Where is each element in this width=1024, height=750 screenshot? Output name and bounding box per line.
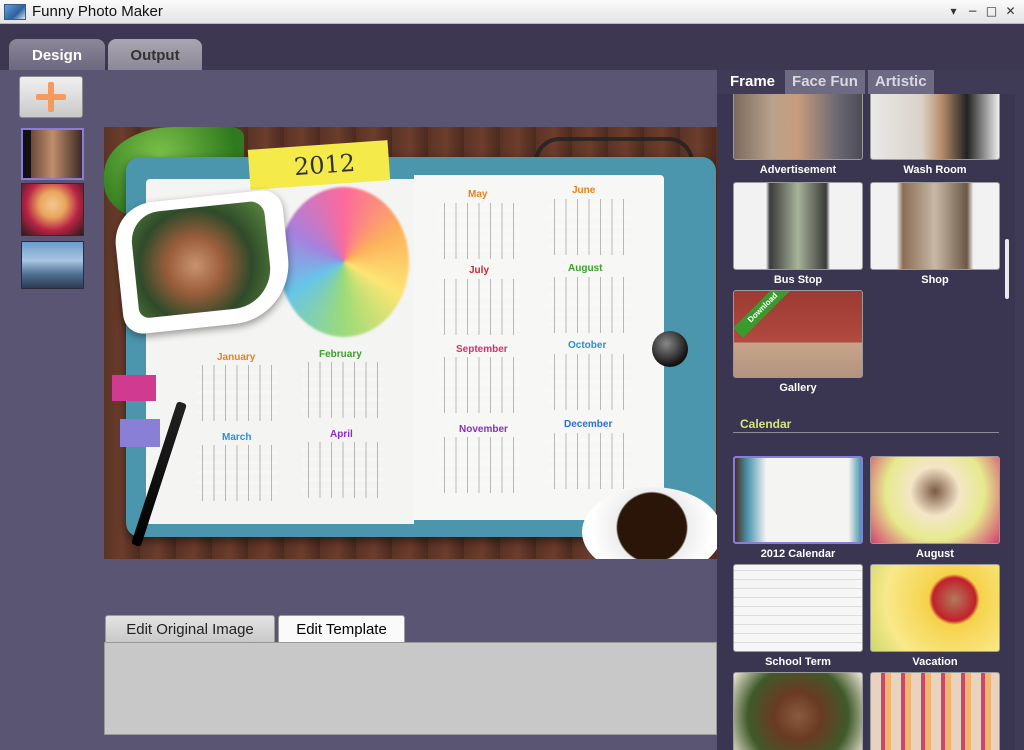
- template-wash-room[interactable]: Wash Room: [870, 94, 1000, 176]
- template-label: Wash Room: [903, 164, 967, 176]
- month-september: September: [456, 344, 508, 355]
- template-thumbnail: [733, 94, 863, 160]
- template-thumbnail: [870, 564, 1000, 652]
- photo-strip: [0, 70, 103, 750]
- template-bus-stop[interactable]: Bus Stop: [733, 182, 863, 286]
- month-april: April: [330, 429, 353, 440]
- thumbnail-blonde-woman[interactable]: [21, 183, 84, 236]
- template-flowers[interactable]: [733, 672, 863, 750]
- edit-panel: [104, 642, 717, 735]
- month-january: January: [217, 352, 256, 363]
- month-grid: [548, 277, 630, 333]
- month-october: October: [568, 340, 607, 351]
- month-february: February: [319, 349, 362, 360]
- template-gallery[interactable]: Download Gallery: [733, 290, 863, 394]
- add-photo-button[interactable]: [19, 76, 83, 118]
- month-grid: [302, 442, 384, 498]
- tab-frame[interactable]: Frame: [723, 70, 783, 94]
- download-badge: Download: [734, 291, 793, 338]
- template-thumbnail: [733, 182, 863, 270]
- template-canvas[interactable]: 2012 January February March April May Ju…: [104, 127, 717, 559]
- calendar-year: 2012: [293, 148, 356, 182]
- template-thumbnail: [870, 672, 1000, 750]
- template-advertisement[interactable]: Advertisement: [733, 94, 863, 176]
- month-july: July: [469, 265, 490, 276]
- template-label: Advertisement: [759, 164, 837, 176]
- title-bar: Funny Photo Maker ▾ − □ ✕: [0, 0, 1024, 24]
- month-march: March: [222, 432, 252, 443]
- month-november: November: [459, 424, 508, 435]
- month-grid: [302, 362, 384, 418]
- framed-photo[interactable]: [128, 200, 275, 319]
- tab-design[interactable]: Design: [9, 39, 105, 70]
- month-grid: [196, 365, 278, 421]
- month-grid: [438, 203, 520, 259]
- month-december: December: [564, 419, 613, 430]
- tab-edit-template[interactable]: Edit Template: [278, 615, 405, 642]
- month-grid: [196, 445, 278, 501]
- window-controls: ▾ − □ ✕: [946, 3, 1018, 19]
- template-thumbnail: [733, 456, 863, 544]
- window-title: Funny Photo Maker: [32, 3, 163, 20]
- template-label: School Term: [765, 656, 831, 668]
- month-grid: [438, 357, 520, 413]
- close-icon[interactable]: ✕: [1003, 3, 1018, 19]
- tab-artistic[interactable]: Artistic: [867, 70, 934, 94]
- template-striped[interactable]: [870, 672, 1000, 750]
- category-tabs: Frame Face Fun Artistic: [723, 70, 937, 94]
- template-thumbnail: [870, 456, 1000, 544]
- section-title-calendar: Calendar: [740, 417, 792, 431]
- tab-edit-original-image[interactable]: Edit Original Image: [105, 615, 275, 642]
- minimize-icon[interactable]: −: [965, 3, 980, 19]
- month-grid: [548, 354, 630, 410]
- tab-face-fun[interactable]: Face Fun: [785, 70, 865, 94]
- template-label: Vacation: [912, 656, 958, 668]
- template-vacation[interactable]: Vacation: [870, 564, 1000, 668]
- app-icon: [4, 3, 26, 20]
- main-tab-bar: Design Output: [0, 24, 1024, 70]
- month-grid: [438, 279, 520, 335]
- section-divider: [733, 432, 999, 433]
- pink-tab: [112, 375, 156, 401]
- maximize-icon[interactable]: □: [984, 3, 999, 19]
- month-june: June: [572, 185, 596, 196]
- plus-icon: [34, 80, 68, 114]
- template-label: August: [916, 548, 954, 560]
- template-gallery: Advertisement Wash Room Bus Stop Shop Do…: [717, 94, 1015, 750]
- gallery-scrollbar[interactable]: [1005, 239, 1009, 299]
- template-shop[interactable]: Shop: [870, 182, 1000, 286]
- binder-button: [652, 331, 688, 367]
- template-thumbnail: Download: [733, 290, 863, 378]
- tab-output[interactable]: Output: [108, 39, 202, 70]
- template-2012-calendar[interactable]: 2012 Calendar: [733, 456, 863, 560]
- month-grid: [548, 433, 630, 489]
- month-grid: [438, 437, 520, 493]
- design-area: 2012 January February March April May Ju…: [103, 70, 717, 750]
- template-thumbnail: [733, 672, 863, 750]
- thumbnail-portrait-film[interactable]: [21, 128, 84, 180]
- template-thumbnail: [870, 94, 1000, 160]
- template-thumbnail: [733, 564, 863, 652]
- month-may: May: [468, 189, 488, 200]
- month-grid: [548, 199, 630, 255]
- template-thumbnail: [870, 182, 1000, 270]
- template-panel: Frame Face Fun Artistic Advertisement Wa…: [717, 70, 1024, 750]
- template-label: Shop: [921, 274, 949, 286]
- template-label: 2012 Calendar: [760, 548, 836, 560]
- template-label: Bus Stop: [773, 274, 823, 286]
- template-august[interactable]: August: [870, 456, 1000, 560]
- template-label: Gallery: [779, 382, 817, 394]
- thumbnail-cityscape[interactable]: [21, 241, 84, 289]
- menu-dropdown-icon[interactable]: ▾: [946, 3, 961, 19]
- template-school-term[interactable]: School Term: [733, 564, 863, 668]
- month-august: August: [568, 263, 603, 274]
- color-splash: [279, 187, 409, 337]
- purple-tab: [120, 419, 160, 447]
